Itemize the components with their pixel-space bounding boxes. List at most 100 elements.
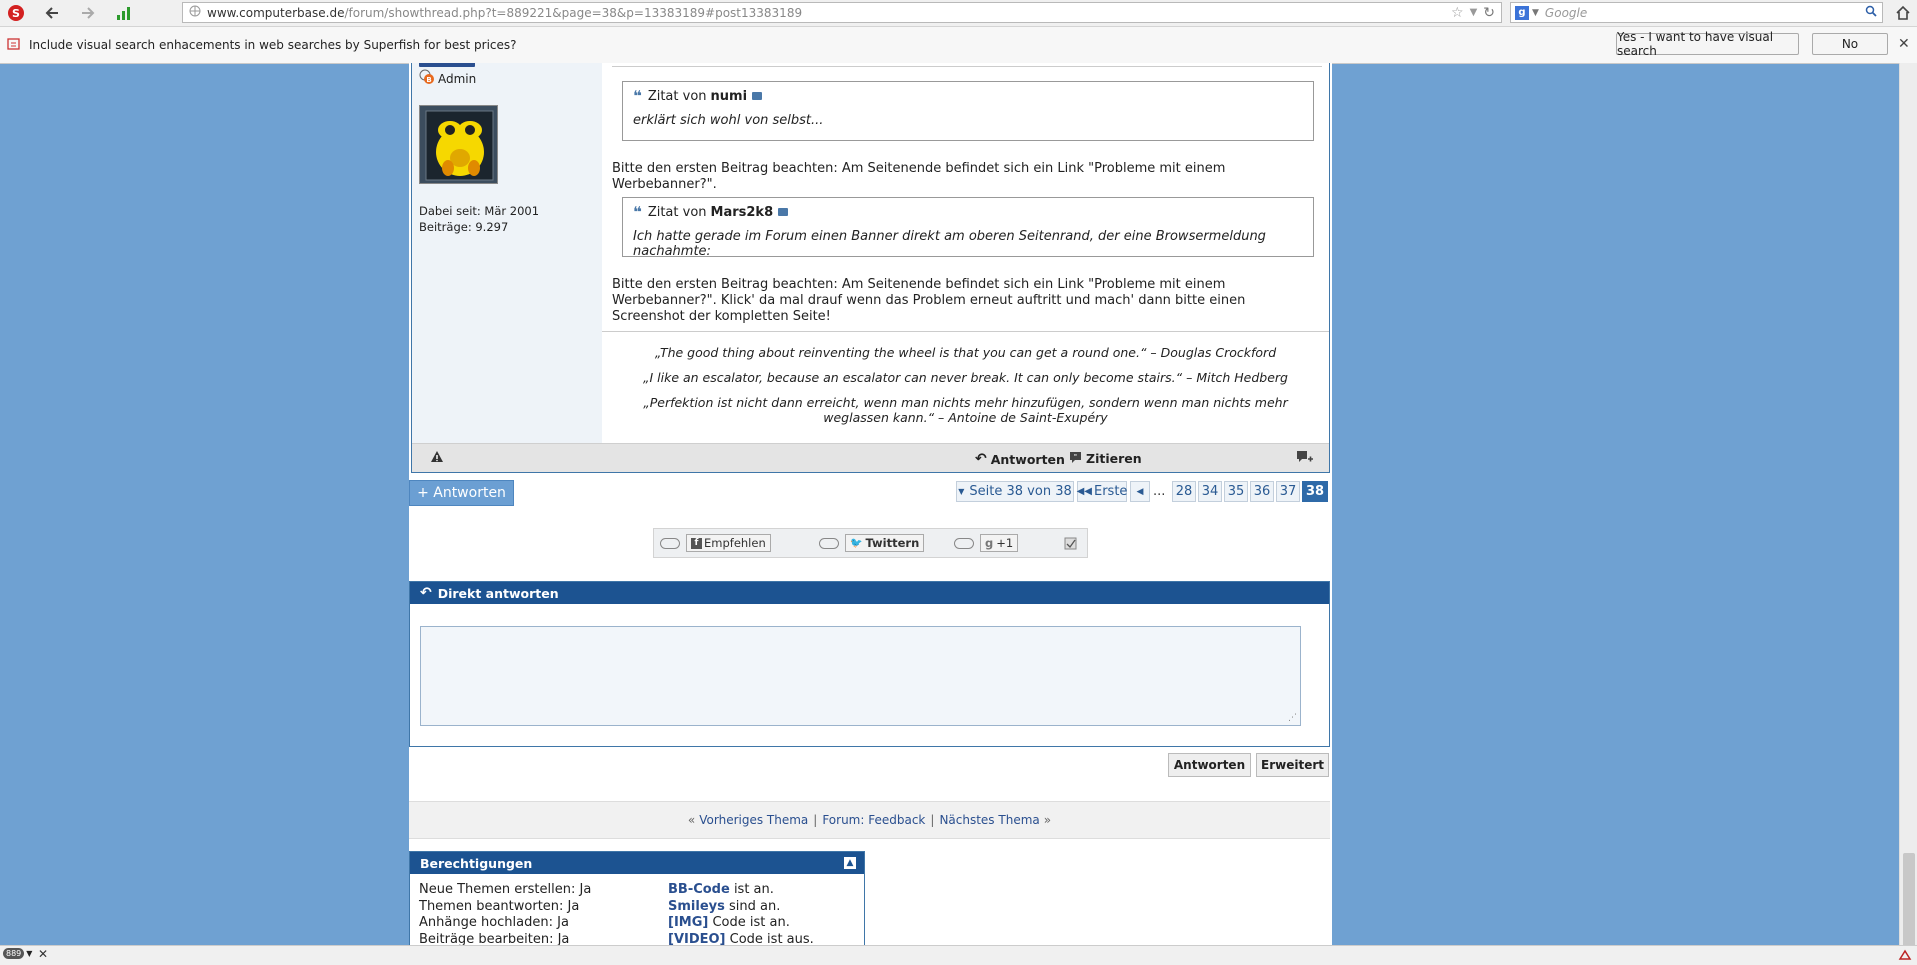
page-info: Seite 38 von 38: [969, 484, 1072, 499]
page-link[interactable]: 35: [1224, 481, 1248, 502]
first-page-link[interactable]: ◀◀ Erste: [1077, 481, 1127, 502]
quote-author[interactable]: Mars2k8: [711, 205, 774, 220]
next-thread-link[interactable]: Nächstes Thema: [939, 813, 1039, 827]
prev-page-link[interactable]: ◀: [1130, 481, 1150, 502]
permission-setting: [IMG] Code ist an.: [668, 915, 790, 930]
resize-handle-icon[interactable]: ⋰: [1288, 713, 1297, 723]
signature: „The good thing about reinventing the wh…: [602, 331, 1329, 425]
addon-icon[interactable]: [1898, 948, 1912, 965]
permission-setting: [VIDEO] Code ist aus.: [668, 932, 814, 945]
addon-badge[interactable]: 889 ▼: [3, 948, 32, 959]
permission-item: Neue Themen erstellen: Ja: [419, 882, 592, 897]
reply-button[interactable]: ↶ Antworten: [975, 451, 1065, 467]
quote-icon: ❝: [633, 87, 642, 105]
quote-header: ❝ Zitat von Mars2k8: [633, 203, 1303, 221]
social-settings-icon[interactable]: [1064, 534, 1077, 552]
permission-status: Code ist an.: [708, 915, 790, 930]
double-chevron-left-icon: ◀◀: [1076, 486, 1092, 497]
toggle-switch[interactable]: [954, 537, 974, 549]
new-reply-button[interactable]: + Antworten: [409, 480, 514, 506]
signature-line: „I like an escalator, because an escalat…: [643, 370, 1288, 385]
page-link[interactable]: 36: [1250, 481, 1274, 502]
google-engine-icon[interactable]: g ▼: [1515, 5, 1539, 20]
report-warning-icon[interactable]: [430, 450, 444, 467]
twitter-tweet-button[interactable]: 🐦 Twittern: [845, 534, 925, 552]
previous-thread-link[interactable]: Vorheriges Thema: [699, 813, 808, 827]
address-bar[interactable]: www.computerbase.de/forum/showthread.php…: [182, 2, 1502, 23]
toggle-switch[interactable]: [660, 537, 680, 549]
notification-bar: Include visual search enhacements in web…: [0, 27, 1917, 64]
user-role: Admin: [438, 72, 477, 86]
quote-button-label: Zitieren: [1086, 451, 1142, 466]
permission-item: Anhänge hochladen: Ja: [419, 915, 569, 930]
quote-block: ❝ Zitat von numi erklärt sich wohl von s…: [622, 81, 1314, 141]
vertical-scrollbar[interactable]: [1899, 63, 1917, 953]
forward-arrow-icon[interactable]: [78, 3, 98, 23]
reload-icon[interactable]: ↻: [1483, 5, 1495, 21]
smileys-link[interactable]: Smileys: [668, 899, 725, 914]
svg-text:": ": [1074, 454, 1077, 461]
reply-textarea[interactable]: ⋰: [420, 626, 1301, 726]
bb-code-link[interactable]: BB-Code: [668, 882, 730, 897]
no-button[interactable]: No: [1812, 33, 1888, 55]
bookmark-star-icon[interactable]: ☆: [1451, 5, 1464, 21]
addon-badge-count: 889: [3, 948, 25, 959]
home-icon[interactable]: [1893, 3, 1913, 23]
facebook-share[interactable]: f Empfehlen: [660, 534, 771, 552]
url-host: www.computerbase.de: [207, 5, 345, 20]
permission-setting: Smileys sind an.: [668, 899, 780, 914]
video-code-link[interactable]: [VIDEO]: [668, 932, 726, 945]
view-post-arrow-icon[interactable]: [778, 208, 789, 216]
permission-status: sind an.: [724, 899, 781, 914]
page-info-dropdown[interactable]: ▼ Seite 38 von 38: [956, 481, 1074, 502]
google-plusone-button[interactable]: g +1: [980, 534, 1019, 552]
post-title-divider: [612, 66, 1322, 67]
google-share[interactable]: g +1: [954, 534, 1019, 552]
avatar[interactable]: [419, 105, 498, 184]
permissions-title: Berechtigungen: [420, 855, 533, 871]
twitter-label: Twittern: [865, 536, 920, 550]
scrollbar-thumb[interactable]: [1903, 853, 1915, 953]
permissions-panel: Berechtigungen ▲ Neue Themen erstellen: …: [409, 851, 865, 945]
permission-status: Code ist aus.: [725, 932, 814, 945]
advanced-reply-button[interactable]: Erweitert: [1256, 753, 1329, 777]
page-link[interactable]: 34: [1198, 481, 1222, 502]
page-link[interactable]: 37: [1276, 481, 1300, 502]
notification-icon: [7, 37, 21, 54]
page-link[interactable]: 28: [1172, 481, 1196, 502]
search-box[interactable]: g ▼ Google: [1510, 2, 1883, 23]
dropdown-arrow-icon[interactable]: ▼: [1470, 7, 1478, 18]
quick-reply-panel: ↶ Direkt antworten ⋰: [409, 581, 1330, 747]
search-icon[interactable]: [1865, 5, 1877, 20]
permission-status: ist an.: [729, 882, 774, 897]
facebook-label: Empfehlen: [704, 536, 766, 550]
quote-author[interactable]: numi: [711, 89, 748, 104]
dropdown-arrow-icon: ▼: [26, 949, 33, 958]
quote-prefix: Zitat von: [647, 204, 707, 220]
close-icon[interactable]: ✕: [38, 947, 48, 961]
multiquote-icon[interactable]: [1296, 450, 1314, 468]
submit-reply-button[interactable]: Antworten: [1168, 753, 1251, 777]
forum-post: B Admin Dabei seit: Mär 2001 Beiträge: 9…: [411, 63, 1330, 473]
forum-link[interactable]: Forum: Feedback: [822, 813, 925, 827]
dropdown-arrow-icon: ▼: [958, 487, 965, 496]
img-code-link[interactable]: [IMG]: [668, 915, 708, 930]
permission-setting: BB-Code ist an.: [668, 882, 774, 897]
toggle-switch[interactable]: [819, 537, 839, 549]
permission-item: Beiträge bearbeiten: Ja: [419, 932, 570, 945]
collapse-icon[interactable]: ▲: [844, 857, 856, 869]
signal-bars-icon[interactable]: [114, 3, 134, 23]
thread-navigation: « Vorheriges Thema | Forum: Feedback | N…: [409, 801, 1330, 839]
quote-button[interactable]: " Zitieren: [1069, 451, 1142, 466]
twitter-share[interactable]: 🐦 Twittern: [819, 534, 925, 552]
current-page[interactable]: 38: [1302, 481, 1328, 502]
yes-visual-search-button[interactable]: Yes - I want to have visual search: [1616, 30, 1799, 58]
back-arrow-icon[interactable]: [42, 3, 62, 23]
close-icon[interactable]: ✕: [1898, 36, 1910, 52]
social-share-bar: f Empfehlen 🐦 Twittern g +1: [653, 528, 1088, 558]
facebook-recommend-button[interactable]: f Empfehlen: [686, 534, 771, 552]
view-post-arrow-icon[interactable]: [752, 92, 763, 100]
permissions-header: Berechtigungen ▲: [410, 852, 864, 874]
browser-toolbar: S www.computerbase.de/forum/showthread.p…: [0, 0, 1917, 27]
superfish-logo-icon[interactable]: S: [6, 3, 26, 23]
